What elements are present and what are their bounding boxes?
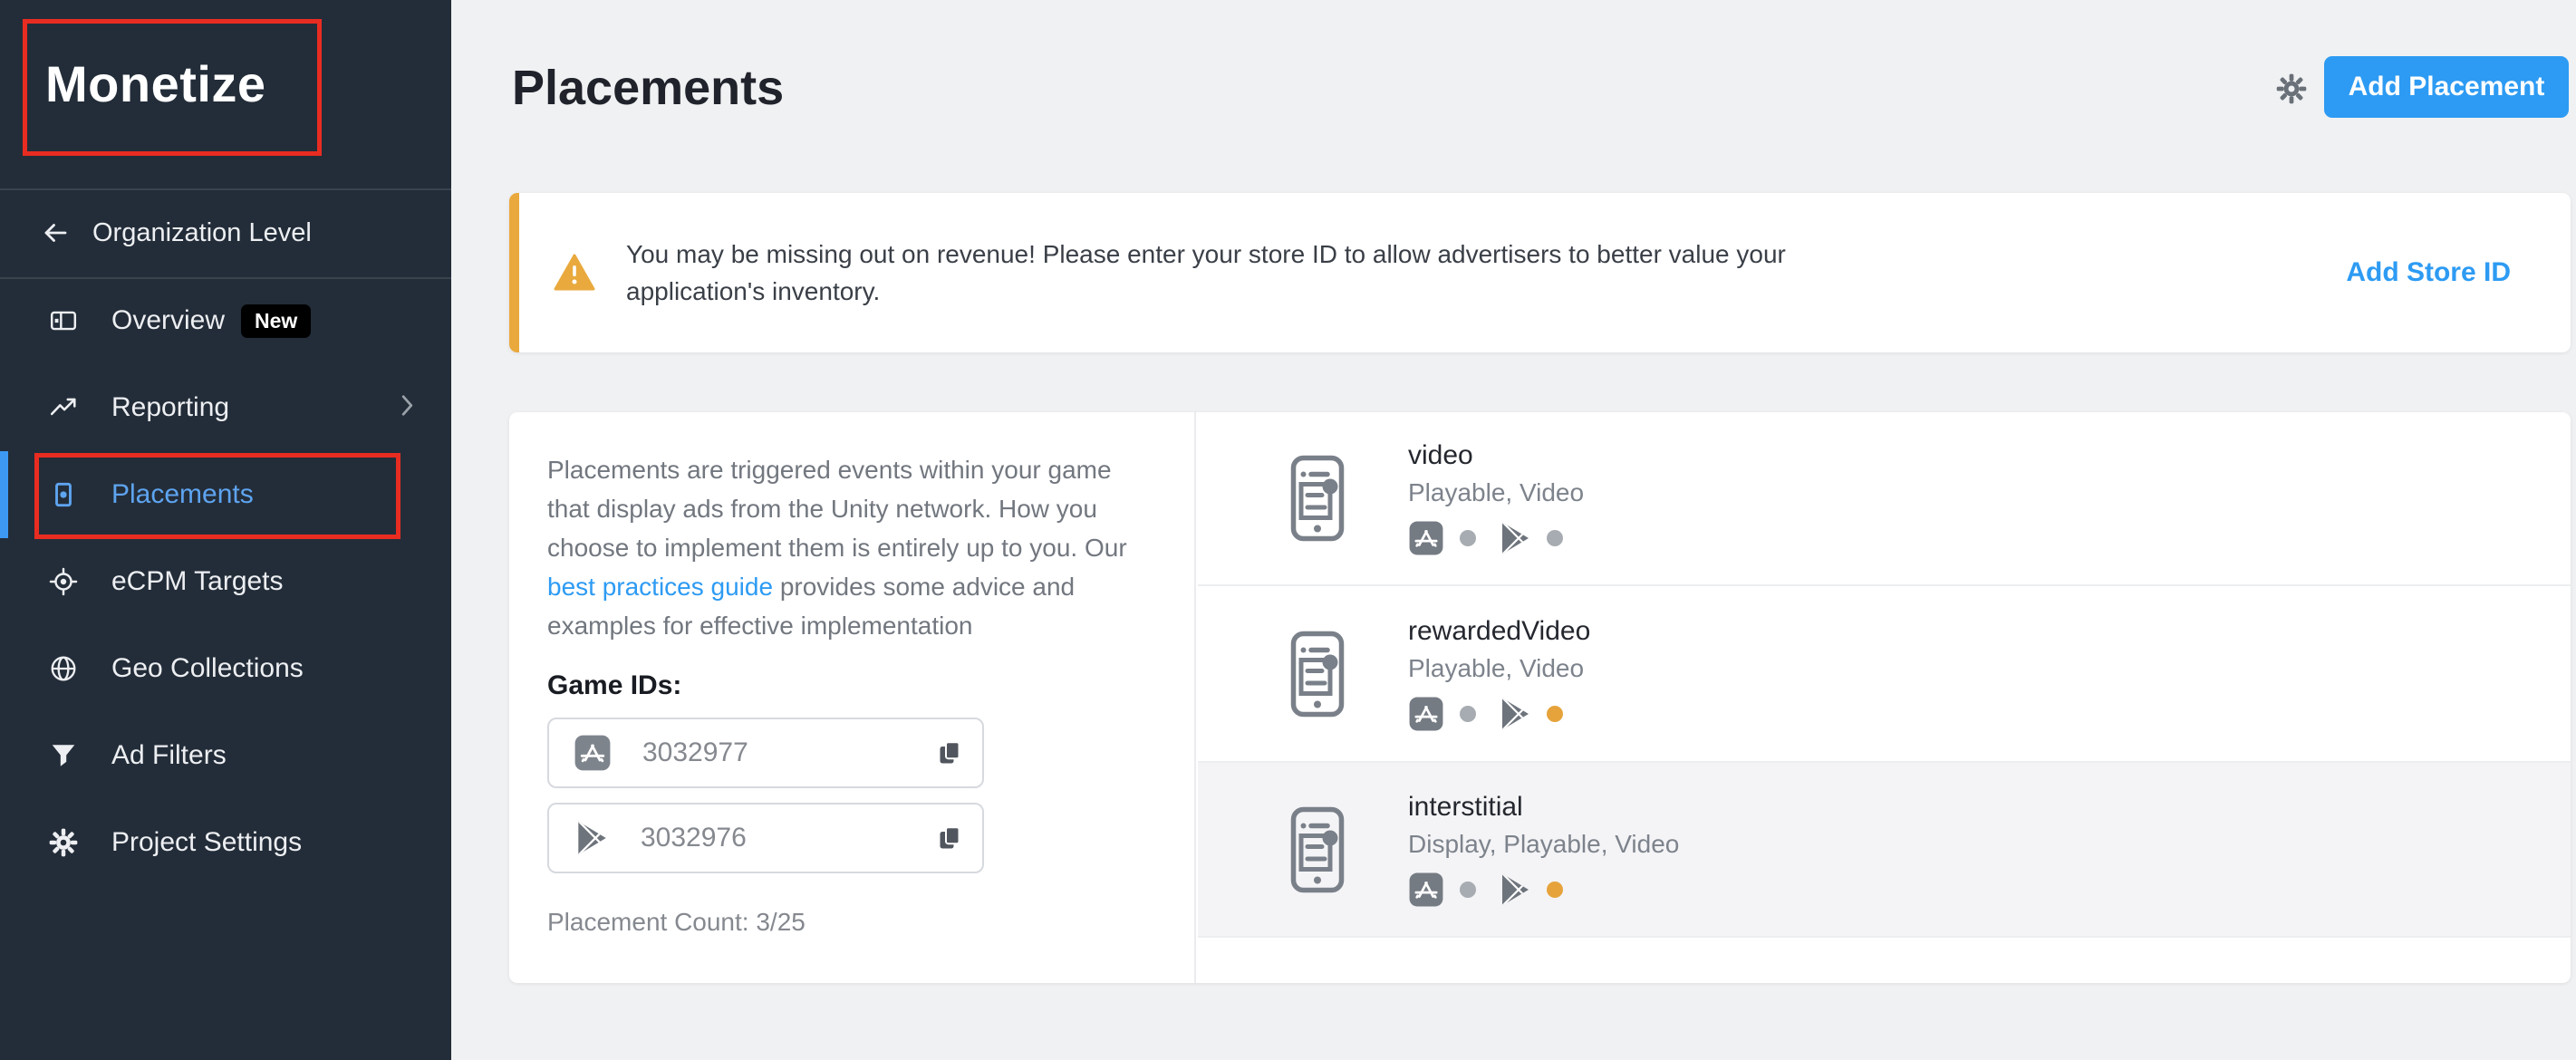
globe-icon	[48, 653, 79, 684]
new-badge: New	[241, 304, 311, 338]
sidebar-item-ad-filters[interactable]: Ad Filters	[0, 712, 451, 799]
app-store-icon	[1408, 521, 1444, 555]
placement-row-interstitial[interactable]: interstitial Display, Playable, Video	[1198, 761, 2571, 936]
store-id-warning-banner: You may be missing out on revenue! Pleas…	[509, 193, 2571, 352]
placement-name: interstitial	[1408, 792, 1679, 823]
sidebar-item-label: Geo Collections	[111, 653, 304, 684]
android-status-dot	[1547, 530, 1563, 546]
placement-info: video Playable, Video	[1408, 440, 1584, 556]
gear-icon	[48, 827, 79, 858]
sidebar-back-organization-level[interactable]: Organization Level	[0, 189, 451, 276]
placement-count: Placement Count: 3/25	[547, 908, 806, 937]
sidebar-item-geo-collections[interactable]: Geo Collections	[0, 625, 451, 712]
ios-status-dot	[1460, 530, 1476, 546]
sidebar-item-label: Reporting	[111, 392, 229, 423]
chevron-right-icon	[401, 395, 413, 421]
info-panel: Placements are triggered events within y…	[509, 412, 1196, 983]
description-text: Placements are triggered events within y…	[547, 456, 1127, 562]
placement-types: Playable, Video	[1408, 478, 1584, 507]
copy-button[interactable]	[937, 825, 962, 851]
game-ids-label: Game IDs:	[547, 670, 681, 701]
phone-placement-icon	[1290, 631, 1345, 718]
sidebar-item-placements[interactable]: Placements	[0, 451, 451, 538]
banner-accent-bar	[509, 193, 519, 352]
game-id-field-ios: 3032977	[547, 718, 984, 788]
funnel-icon	[48, 740, 79, 771]
sidebar-item-label: Overview	[111, 305, 225, 336]
sidebar-item-label: Project Settings	[111, 827, 302, 858]
google-play-icon	[1499, 520, 1531, 556]
best-practices-link[interactable]: best practices guide	[547, 573, 773, 601]
add-placement-button[interactable]: Add Placement	[2324, 56, 2569, 118]
placement-types: Display, Playable, Video	[1408, 830, 1679, 859]
settings-gear-button[interactable]	[2272, 70, 2311, 108]
platform-status	[1408, 872, 1679, 908]
app-store-icon	[1408, 872, 1444, 907]
add-store-id-link[interactable]: Add Store ID	[2346, 257, 2511, 288]
warning-triangle-icon	[554, 254, 595, 292]
sidebar-item-label: Ad Filters	[111, 740, 227, 771]
sidebar-item-overview[interactable]: Overview New	[0, 277, 451, 364]
sidebar: Monetize Organization Level Overview New…	[0, 0, 451, 1060]
product-title: Monetize	[45, 54, 266, 113]
phone-placement-icon	[1290, 455, 1345, 542]
game-id-value: 3032977	[642, 737, 748, 768]
placement-list: video Playable, Video rewa	[1198, 412, 2571, 983]
gear-icon	[2276, 73, 2307, 104]
sidebar-nav: Overview New Reporting Placements eCPM T…	[0, 277, 451, 886]
sidebar-item-label: eCPM Targets	[111, 566, 284, 597]
placement-info: interstitial Display, Playable, Video	[1408, 792, 1679, 908]
page-title: Placements	[512, 60, 784, 116]
app-store-icon	[1408, 697, 1444, 731]
android-status-dot	[1547, 882, 1563, 898]
target-icon	[48, 566, 79, 597]
copy-button[interactable]	[937, 740, 962, 766]
active-indicator	[0, 451, 8, 538]
sidebar-item-reporting[interactable]: Reporting	[0, 364, 451, 451]
placement-name: rewardedVideo	[1408, 616, 1590, 647]
android-status-dot	[1547, 706, 1563, 722]
banner-message: You may be missing out on revenue! Pleas…	[626, 236, 1786, 310]
placements-description: Placements are triggered events within y…	[547, 450, 1141, 645]
app-store-icon	[574, 735, 612, 771]
placements-card: Placements are triggered events within y…	[509, 412, 2571, 983]
placements-icon	[48, 479, 79, 510]
back-label: Organization Level	[92, 218, 312, 248]
sidebar-item-project-settings[interactable]: Project Settings	[0, 799, 451, 886]
placement-types: Playable, Video	[1408, 654, 1590, 683]
game-id-value: 3032976	[641, 823, 747, 853]
google-play-icon	[574, 819, 610, 857]
ios-status-dot	[1460, 882, 1476, 898]
google-play-icon	[1499, 872, 1531, 908]
ios-status-dot	[1460, 706, 1476, 722]
list-footer-spacer	[1198, 936, 2571, 981]
phone-placement-icon	[1290, 806, 1345, 893]
placement-name: video	[1408, 440, 1584, 471]
placement-row-rewardedvideo[interactable]: rewardedVideo Playable, Video	[1198, 584, 2571, 761]
placement-info: rewardedVideo Playable, Video	[1408, 616, 1590, 732]
overview-icon	[48, 305, 79, 336]
reporting-icon	[48, 392, 79, 423]
platform-status	[1408, 696, 1590, 732]
sidebar-item-ecpm-targets[interactable]: eCPM Targets	[0, 538, 451, 625]
platform-status	[1408, 520, 1584, 556]
game-id-field-android: 3032976	[547, 803, 984, 873]
back-arrow-icon	[40, 217, 71, 248]
sidebar-item-label: Placements	[111, 479, 254, 510]
google-play-icon	[1499, 696, 1531, 732]
placement-row-video[interactable]: video Playable, Video	[1198, 412, 2571, 584]
